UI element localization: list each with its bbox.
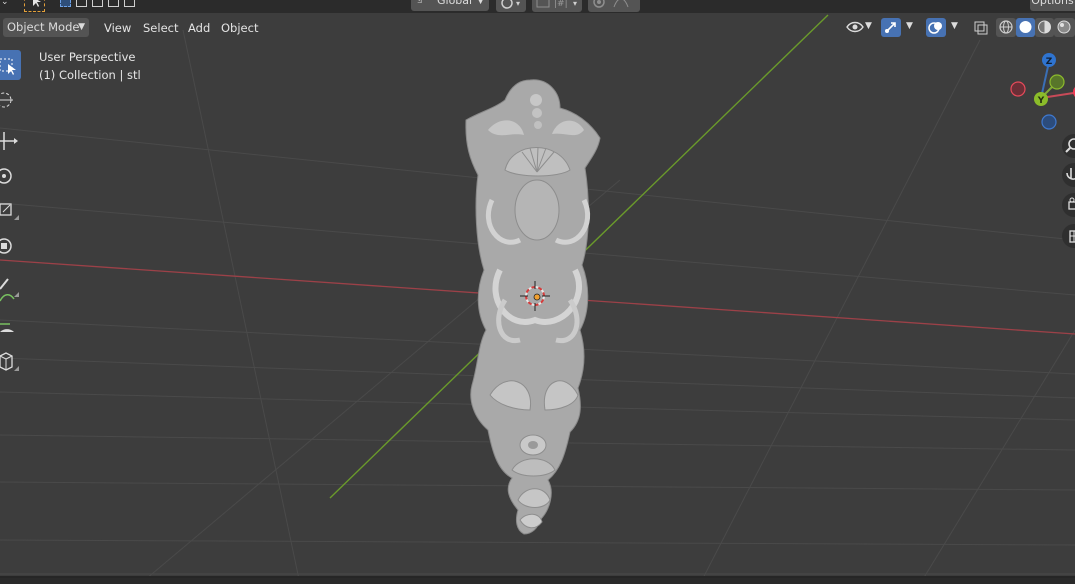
menu-view[interactable]: View [100,19,135,37]
svg-text:|#|: |#| [554,0,568,9]
chevron-down-icon[interactable]: ▼ [951,21,958,31]
select-subtract-icon[interactable] [92,0,103,7]
selection-mode-group[interactable] [60,0,135,7]
cursor-icon[interactable] [0,85,21,115]
xray-toggle-icon[interactable] [973,20,989,39]
menu-chevron-icon[interactable]: ⌄ [1,0,9,7]
rotate-icon[interactable] [0,161,21,191]
shading-rendered-button[interactable] [1054,18,1075,37]
select-difference-icon[interactable] [108,0,119,7]
tool-select-icon[interactable] [24,0,45,12]
select-intersect-icon[interactable] [124,0,135,7]
tool-settings-header: ⌄ ⟓ Global ▼ ▾ |#| ▾ Options [0,0,1075,13]
chevron-down-icon: ▼ [477,0,484,6]
zoom-icon[interactable] [1062,134,1075,158]
chevron-down-icon[interactable]: ▼ [865,21,872,31]
pan-icon[interactable] [1062,163,1075,187]
svg-text:▾: ▾ [516,0,520,8]
shading-wireframe-button[interactable] [996,18,1016,37]
select-extend-icon[interactable] [76,0,87,7]
gizmo-z-label: Z [1046,57,1053,67]
options-button[interactable]: Options [1030,0,1075,11]
viewport-header-right: ▼ ▼ ▼ [840,16,1075,38]
gizmo-toggle-button[interactable] [881,18,901,37]
svg-text:▾: ▾ [573,0,577,8]
status-bar [0,578,1075,584]
shading-solid-button[interactable] [1016,18,1035,37]
proportional-edit-button[interactable] [588,0,640,12]
move-icon[interactable] [0,126,21,156]
view-perspective-label: User Perspective [39,50,136,64]
transform-icon[interactable] [0,231,21,261]
chevron-down-icon: ▼ [78,22,85,32]
scale-icon[interactable] [0,196,21,226]
gizmo-y-label: Y [1037,96,1045,106]
active-collection-label: (1) Collection | stl [39,68,141,82]
snap-button[interactable]: |#| ▾ [532,0,582,12]
menu-add[interactable]: Add [184,19,214,37]
orientation-label: Global [437,0,473,7]
annotate-icon[interactable] [0,273,21,303]
viewport-3d[interactable] [0,0,1075,584]
visibility-eye-icon[interactable] [846,19,864,38]
orientation-icon: ⟓ [417,0,422,7]
grid-view-icon[interactable] [1062,224,1075,248]
select-box-icon[interactable] [0,50,21,80]
mode-label: Object Mode [7,20,80,34]
menu-object[interactable]: Object [217,19,262,37]
chevron-down-icon[interactable]: ▼ [906,21,913,31]
overlays-toggle-button[interactable] [926,18,946,37]
transform-orientation-select[interactable]: ⟓ Global ▼ [411,0,489,11]
shading-material-button[interactable] [1035,18,1054,37]
add-cube-icon[interactable] [0,346,21,376]
object-mode-select[interactable]: Object Mode ▼ [3,18,89,37]
navigation-gizmo[interactable]: Z Y [1005,48,1075,138]
menu-select[interactable]: Select [139,19,182,37]
pivot-point-button[interactable]: ▾ [496,0,526,12]
select-new-icon[interactable] [60,0,71,7]
camera-icon[interactable] [1062,193,1075,217]
object-origin [533,293,541,301]
measure-icon[interactable] [0,310,21,340]
